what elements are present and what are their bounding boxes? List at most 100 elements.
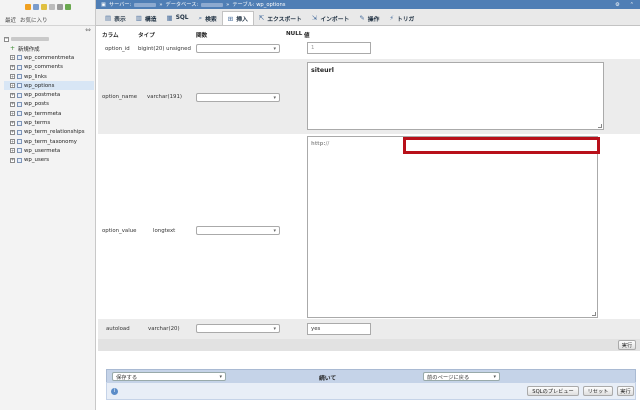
go-button[interactable]: 実行 (617, 386, 634, 396)
tab-import[interactable]: ⇲ インポート (307, 11, 354, 25)
help-icon[interactable] (40, 4, 47, 10)
new-table-icon: + (10, 44, 16, 52)
chevron-down-icon: ▾ (273, 45, 276, 52)
reset-button[interactable]: リセット (583, 386, 613, 396)
docs-icon[interactable] (48, 4, 55, 10)
table-crumb[interactable]: テーブル: wp_options (232, 1, 285, 8)
tab-browse[interactable]: ▤ 表示 (100, 11, 131, 25)
sidebar-item-wp-commentmeta[interactable]: + wp_commentmeta (4, 53, 94, 62)
chevron-down-icon: ▾ (219, 374, 222, 380)
expand-icon[interactable]: + (10, 111, 15, 117)
sidebar-item-wp-usermeta[interactable]: + wp_usermeta (4, 146, 94, 155)
expand-icon[interactable]: + (10, 148, 15, 154)
database-name[interactable] (11, 37, 49, 41)
expand-icon[interactable]: + (10, 55, 15, 61)
table-icon (17, 129, 22, 135)
type-header: タイプ (138, 33, 155, 39)
value-textarea[interactable]: http:// (307, 136, 598, 318)
resize-grip-icon[interactable] (598, 124, 602, 128)
textarea-value: siteurl (311, 67, 334, 74)
resize-grip-icon[interactable] (592, 312, 596, 316)
tab-operations[interactable]: ✎ 操作 (354, 11, 384, 25)
recent-tab[interactable]: 最近 (5, 16, 16, 24)
sidebar-item-wp-postmeta[interactable]: + wp_postmeta (4, 90, 94, 99)
column-name: autoload (106, 326, 130, 332)
settings-icon[interactable] (56, 4, 63, 10)
function-select[interactable]: ▾ (196, 93, 280, 102)
server-name[interactable] (134, 2, 157, 7)
collapse-arrow-icon[interactable]: ⌃ (630, 2, 634, 8)
column-name: option_name (102, 94, 138, 100)
tab-export[interactable]: ⇱ エクスポート (254, 11, 307, 25)
preview-sql-button[interactable]: SQLのプレビュー (527, 386, 579, 396)
table-icon (17, 74, 22, 80)
database-name-crumb[interactable] (201, 2, 224, 7)
navigation-panel: 最近 お気に入り ⇔ − + 新規作成 + wp_commentmeta + wp_c… (0, 0, 96, 410)
reload-icon[interactable] (64, 4, 71, 10)
database-node[interactable]: − (4, 34, 94, 44)
value-input[interactable]: yes (307, 323, 371, 335)
table-icon (17, 101, 22, 107)
sidebar-item-wp-comments[interactable]: + wp_comments (4, 63, 94, 72)
table-icon (17, 139, 22, 145)
expand-icon[interactable]: + (10, 120, 15, 126)
tab-label: 操作 (367, 16, 380, 23)
column-name: option_value (102, 228, 137, 234)
value-textarea[interactable]: siteurl (307, 62, 604, 130)
expand-icon[interactable]: + (10, 74, 15, 80)
import-icon: ⇲ (311, 14, 318, 22)
home-icon[interactable] (24, 4, 31, 10)
column-type: bigint(20) unsigned (138, 46, 191, 52)
execute-row (98, 339, 640, 351)
phpmyadmin-window: 最近 お気に入り ⇔ − + 新規作成 + wp_commentmeta + wp_c… (0, 0, 640, 410)
expand-icon[interactable]: + (10, 83, 15, 89)
sidebar-item-wp-options[interactable]: + wp_options (4, 81, 94, 91)
after-insert-select[interactable]: 前のページに戻る ▾ (423, 372, 500, 381)
save-type-select[interactable]: 保存する ▾ (112, 372, 226, 381)
expand-icon[interactable]: + (10, 129, 15, 135)
tab-label: SQL (175, 15, 189, 21)
sidebar-item-label: wp_posts (24, 101, 49, 108)
favorites-tab[interactable]: お気に入り (20, 16, 48, 24)
tab-sql[interactable]: ▦ SQL (162, 11, 194, 25)
execute-button[interactable]: 実行 (618, 340, 636, 350)
table-icon (17, 157, 22, 163)
expand-icon[interactable]: + (10, 101, 15, 107)
database-crumb[interactable]: データベース: (166, 1, 199, 8)
collapse-link-icon[interactable]: ⇔ (85, 26, 91, 34)
tab-insert[interactable]: ⊞ 挿入 (221, 11, 254, 25)
sidebar-item-wp-term-relationships[interactable]: + wp_term_relationships (4, 128, 94, 137)
tab-triggers[interactable]: ⚡ トリガ (384, 11, 419, 25)
sidebar-item-wp-terms[interactable]: + wp_terms (4, 118, 94, 127)
new-table-label[interactable]: 新規作成 (18, 45, 40, 53)
table-icon (17, 64, 22, 70)
sidebar-item-label: wp_term_taxonomy (24, 138, 77, 145)
table-icon (17, 120, 22, 126)
gear-icon[interactable]: ⚙ (615, 2, 620, 8)
value-input[interactable]: 1 (307, 42, 371, 54)
sidebar-item-wp-posts[interactable]: + wp_posts (4, 100, 94, 109)
table-list: + wp_commentmeta + wp_comments + wp_links + wp_… (4, 53, 94, 165)
chevron-down-icon: ▾ (493, 374, 496, 380)
new-table-item[interactable]: + 新規作成 (4, 44, 94, 53)
function-select[interactable]: ▾ (196, 324, 280, 333)
sidebar-item-wp-termmeta[interactable]: + wp_termmeta (4, 109, 94, 118)
column-type: varchar(20) (148, 326, 180, 332)
info-icon: i (111, 388, 118, 395)
server-crumb[interactable]: サーバー: (109, 1, 131, 8)
sidebar-item-wp-term-taxonomy[interactable]: + wp_term_taxonomy (4, 137, 94, 146)
collapse-icon[interactable]: − (4, 36, 9, 42)
expand-icon[interactable]: + (10, 157, 15, 163)
column-header: カラム (102, 33, 119, 39)
sidebar-item-wp-users[interactable]: + wp_users (4, 156, 94, 165)
logout-icon[interactable] (32, 4, 39, 10)
function-select[interactable]: ▾ (196, 226, 280, 235)
expand-icon[interactable]: + (10, 64, 15, 70)
function-select[interactable]: ▾ (196, 44, 280, 53)
chevron-down-icon: ▾ (273, 227, 276, 234)
expand-icon[interactable]: + (10, 139, 15, 145)
tab-structure[interactable]: ▥ 構造 (131, 11, 162, 25)
tab-search[interactable]: ⌕ 検索 (193, 11, 221, 25)
sidebar-item-wp-links[interactable]: + wp_links (4, 72, 94, 81)
expand-icon[interactable]: + (10, 92, 15, 98)
